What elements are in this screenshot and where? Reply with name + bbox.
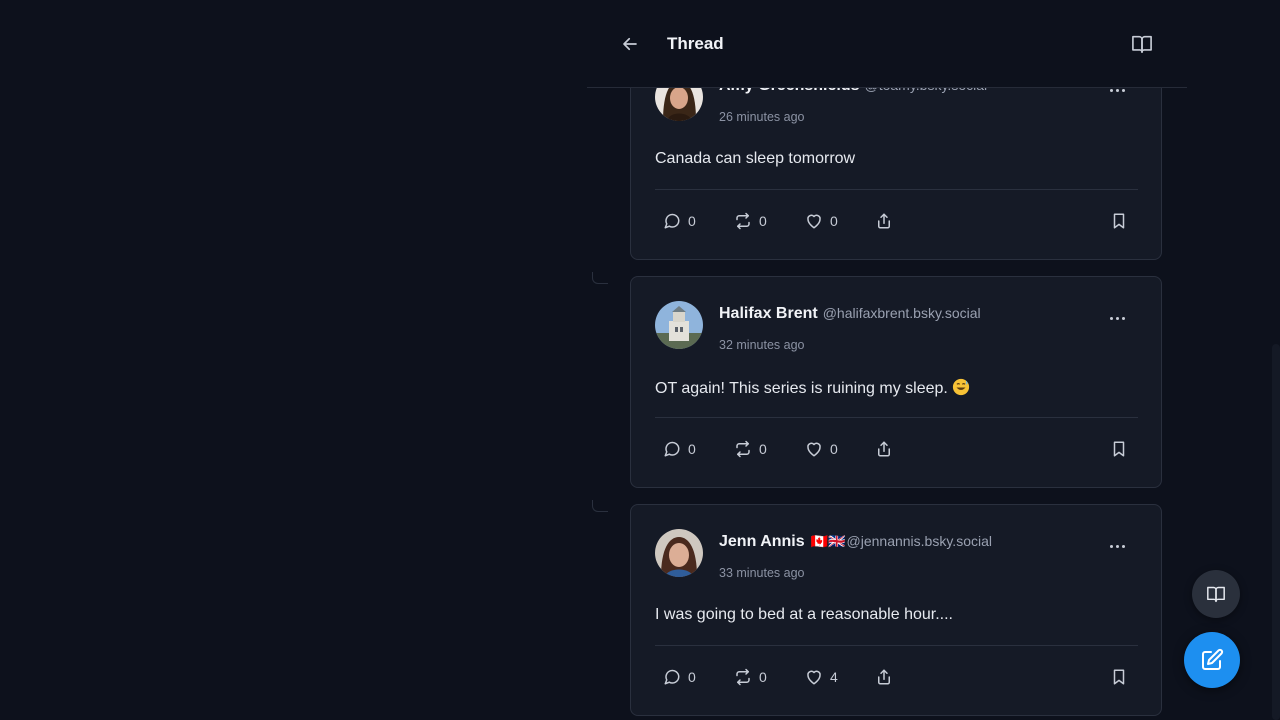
reply-button[interactable]: 0: [663, 437, 696, 461]
timestamp[interactable]: 33 minutes ago: [719, 566, 804, 580]
grinning-sweat-emoji: [952, 378, 969, 396]
repost-button[interactable]: 0: [734, 209, 767, 233]
bookmark-button[interactable]: [1110, 665, 1128, 689]
back-button[interactable]: [617, 32, 643, 56]
divider: [655, 189, 1138, 190]
reply-button[interactable]: 0: [663, 209, 696, 233]
post-text: Canada can sleep tomorrow: [655, 150, 856, 167]
post-text-container: OT again! This series is ruining my slee…: [655, 378, 970, 398]
post-text: I was going to bed at a reasonable hour.…: [655, 606, 953, 623]
heart-icon: [807, 670, 821, 685]
compose-button[interactable]: [1184, 632, 1240, 688]
repost-button[interactable]: 0: [734, 665, 767, 689]
author-line: Halifax Brent @halifaxbrent.bsky.social: [719, 305, 981, 323]
reply-count: 0: [688, 669, 696, 685]
more-dots-icon: [1109, 316, 1113, 320]
post-actions: 0 0 0: [631, 437, 1161, 461]
post-actions: 0 0 0: [631, 209, 1161, 233]
repost-count: 0: [759, 441, 767, 457]
more-dots-icon: [1109, 544, 1113, 548]
display-name[interactable]: Halifax Brent: [719, 305, 818, 323]
chat-bubble-icon: [664, 669, 680, 685]
thread-header: Thread: [587, 0, 1187, 88]
thread-page: Amy Greenshields @toamy.bsky.social 26 m…: [0, 0, 1280, 720]
bookmark-button[interactable]: [1110, 437, 1128, 461]
like-count: 0: [830, 441, 838, 457]
like-button[interactable]: 0: [805, 437, 838, 461]
like-button[interactable]: 0: [805, 209, 838, 233]
like-count: 4: [830, 669, 838, 685]
post-card[interactable]: Jenn Annis 🇨🇦🇬🇧 @jennannis.bsky.social 3…: [630, 504, 1162, 716]
post-card[interactable]: Halifax Brent @halifaxbrent.bsky.social …: [630, 276, 1162, 488]
timestamp[interactable]: 26 minutes ago: [719, 110, 804, 124]
like-count: 0: [830, 213, 838, 229]
scrollbar[interactable]: [1272, 344, 1280, 720]
repost-button[interactable]: 0: [734, 437, 767, 461]
display-name[interactable]: Jenn Annis: [719, 533, 805, 551]
handle[interactable]: @jennannis.bsky.social: [847, 533, 992, 549]
author-line: Jenn Annis 🇨🇦🇬🇧 @jennannis.bsky.social: [719, 533, 992, 551]
share-button[interactable]: [875, 437, 893, 461]
share-button[interactable]: [875, 665, 893, 689]
reply-count: 0: [688, 441, 696, 457]
repost-icon: [736, 668, 750, 686]
bookmark-icon: [1113, 441, 1125, 457]
share-button[interactable]: [875, 209, 893, 233]
thread-connector: [592, 272, 608, 284]
like-button[interactable]: 4: [805, 665, 838, 689]
page-title: Thread: [667, 34, 724, 53]
reply-count: 0: [688, 213, 696, 229]
more-options-button[interactable]: [1105, 539, 1129, 553]
thread-column: Amy Greenshields @toamy.bsky.social 26 m…: [587, 0, 1187, 720]
repost-icon: [736, 212, 750, 230]
chat-bubble-icon: [664, 441, 680, 457]
reader-mode-button[interactable]: [1130, 33, 1154, 55]
share-icon: [878, 441, 890, 457]
share-icon: [878, 213, 890, 229]
reply-button[interactable]: 0: [663, 665, 696, 689]
floating-reader-button[interactable]: [1192, 570, 1240, 618]
avatar[interactable]: [655, 301, 703, 349]
avatar[interactable]: [655, 529, 703, 577]
share-icon: [878, 669, 890, 685]
heart-icon: [807, 214, 821, 229]
arrow-left-icon: [623, 37, 637, 51]
post-text: OT again! This series is ruining my slee…: [655, 380, 948, 397]
heart-icon: [807, 442, 821, 457]
bookmark-icon: [1113, 213, 1125, 229]
book-open-icon: [1207, 586, 1225, 603]
more-dots-icon: [1109, 88, 1113, 92]
book-open-icon: [1132, 35, 1152, 53]
repost-count: 0: [759, 213, 767, 229]
handle[interactable]: @halifaxbrent.bsky.social: [823, 305, 981, 321]
flag-emojis: 🇨🇦🇬🇧: [810, 533, 846, 549]
thread-connector: [592, 500, 608, 512]
bookmark-icon: [1113, 669, 1125, 685]
bookmark-button[interactable]: [1110, 209, 1128, 233]
compose-icon: [1202, 648, 1224, 670]
post-actions: 0 0 4: [631, 665, 1161, 689]
chat-bubble-icon: [664, 213, 680, 229]
divider: [655, 417, 1138, 418]
divider: [655, 645, 1138, 646]
more-options-button[interactable]: [1105, 311, 1129, 325]
repost-icon: [736, 440, 750, 458]
repost-count: 0: [759, 669, 767, 685]
timestamp[interactable]: 32 minutes ago: [719, 338, 804, 352]
